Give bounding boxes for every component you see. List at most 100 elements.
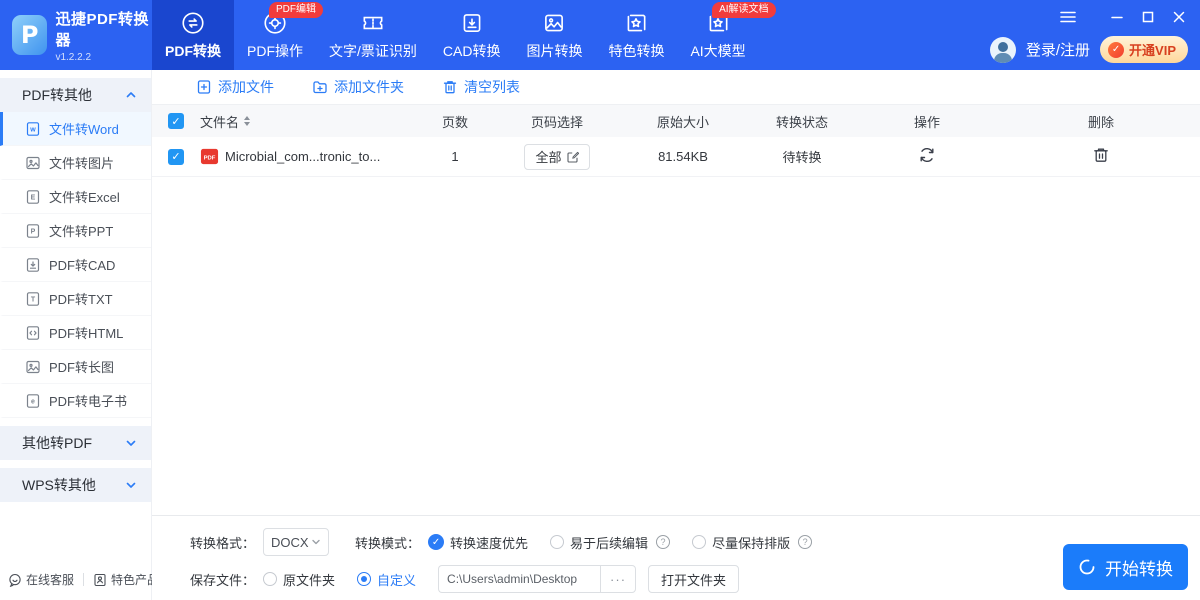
app-version: v1.2.2.2: [55, 51, 92, 63]
col-size: 原始大小: [656, 114, 709, 130]
format-select[interactable]: DOCX: [263, 528, 330, 556]
col-page-select: 页码选择: [530, 114, 583, 130]
mode-editable-radio[interactable]: 易于后续编辑 ?: [550, 533, 671, 552]
login-register-link[interactable]: 登录/注册: [1026, 39, 1090, 60]
sidebar-item-pdf-to-cad[interactable]: PDF转CAD: [0, 248, 151, 282]
txt-doc-icon: T: [26, 291, 40, 306]
page-select-button[interactable]: 全部: [524, 143, 590, 170]
sidebar-group-pdf-to-other[interactable]: PDF转其他: [0, 78, 151, 112]
sidebar: PDF转其他 w 文件转Word 文件转图片 E 文件转Excel P 文件转P…: [0, 70, 159, 600]
image-icon: [545, 14, 564, 31]
tab-ocr[interactable]: 文字/票证识别: [316, 0, 430, 70]
col-action: 操作: [913, 114, 940, 130]
featured-products-link[interactable]: 特色产品: [93, 571, 159, 588]
sidebar-item-file-to-image[interactable]: 文件转图片: [0, 146, 151, 180]
col-status: 转换状态: [775, 114, 828, 130]
minimize-icon[interactable]: [1106, 8, 1128, 26]
radio-icon: [263, 572, 278, 586]
sidebar-group-wps-to-other[interactable]: WPS转其他: [0, 468, 151, 502]
add-folder-icon: [313, 81, 327, 94]
menu-icon[interactable]: [1057, 8, 1079, 26]
cad-doc-icon: [26, 257, 40, 272]
save-path-input[interactable]: [438, 565, 601, 593]
long-image-icon: [26, 360, 40, 373]
start-convert-button[interactable]: 开始转换: [1063, 544, 1188, 590]
divider: [83, 573, 85, 586]
clear-list-button[interactable]: 清空列表: [442, 77, 520, 97]
open-folder-button[interactable]: 打开文件夹: [648, 565, 740, 593]
save-original-radio[interactable]: 原文件夹: [263, 570, 335, 589]
tab-special-convert[interactable]: 特色转换: [595, 0, 677, 70]
mode-label: 转换模式：: [355, 535, 421, 551]
app-logo: P 迅捷PDF转换器 v1.2.2.2: [0, 0, 152, 70]
ticket-icon: [363, 16, 383, 29]
tab-pdf-operate[interactable]: PDF编辑 PDF操作: [234, 0, 323, 70]
sidebar-item-pdf-to-html[interactable]: PDF转HTML: [0, 316, 151, 350]
chevron-down-icon: [126, 482, 136, 488]
radio-icon: [692, 535, 707, 549]
file-name: Microbial_com...tronic_to...: [225, 149, 381, 164]
title-bar: P 迅捷PDF转换器 v1.2.2.2 PDF转换 PDF编辑 PDF操作 文字…: [0, 0, 1200, 70]
main-content: 添加文件 添加文件夹 清空列表 ✓ 文件名 页数 页码选择 原始大小 转换状态 …: [152, 70, 1200, 600]
select-all-checkbox[interactable]: ✓: [168, 113, 184, 129]
row-checkbox[interactable]: ✓: [168, 148, 184, 165]
maximize-icon[interactable]: [1137, 8, 1159, 26]
svg-text:PDF: PDF: [204, 156, 216, 162]
format-label: 转换格式：: [190, 535, 256, 551]
mode-speed-radio[interactable]: ✓ 转换速度优先: [428, 533, 528, 552]
add-file-button[interactable]: 添加文件: [196, 77, 274, 97]
file-size: 81.54KB: [658, 149, 708, 164]
add-folder-button[interactable]: 添加文件夹: [312, 77, 404, 97]
html-doc-icon: [26, 325, 40, 340]
app-logo-icon: P: [12, 15, 48, 55]
delete-row-icon[interactable]: [1092, 146, 1110, 164]
col-pages: 页数: [441, 114, 468, 130]
help-icon[interactable]: ?: [798, 535, 813, 549]
sidebar-item-pdf-to-ebook[interactable]: e PDF转电子书: [0, 384, 151, 418]
sidebar-item-file-to-ppt[interactable]: P 文件转PPT: [0, 214, 151, 248]
ppt-doc-icon: P: [26, 223, 40, 238]
chevron-down-icon: [312, 539, 320, 545]
sidebar-item-pdf-to-txt[interactable]: T PDF转TXT: [0, 282, 151, 316]
avatar[interactable]: [989, 36, 1016, 63]
table-row: ✓ PDF Microbial_com...tronic_to... 1 全部 …: [152, 137, 1200, 177]
pdf-file-icon: PDF: [200, 148, 219, 165]
svg-text:w: w: [29, 126, 36, 133]
tab-image-convert[interactable]: 图片转换: [513, 0, 595, 70]
trash-icon: [443, 81, 457, 94]
convert-icon: [182, 11, 204, 34]
tab-cad-convert[interactable]: CAD转换: [430, 0, 514, 70]
bookmark-person-icon: [94, 573, 106, 586]
sidebar-item-file-to-excel[interactable]: E 文件转Excel: [0, 180, 151, 214]
file-status: 待转换: [782, 150, 822, 165]
table-header: ✓ 文件名 页数 页码选择 原始大小 转换状态 操作 删除: [152, 105, 1200, 137]
app-title: 迅捷PDF转换器: [55, 10, 149, 49]
save-custom-radio[interactable]: 自定义: [357, 570, 416, 589]
browse-path-button[interactable]: ···: [600, 565, 637, 593]
sidebar-footer: 在线客服 特色产品: [8, 571, 159, 588]
chevron-up-icon: [126, 92, 136, 98]
sidebar-item-file-to-word[interactable]: w 文件转Word: [0, 112, 151, 146]
radio-icon: [550, 535, 565, 549]
svg-text:P: P: [31, 228, 36, 235]
tab-ai-model[interactable]: AI解读文档 AI大模型: [677, 0, 776, 70]
sort-icon[interactable]: [244, 116, 251, 126]
chevron-down-icon: [126, 440, 136, 446]
image-doc-icon: [26, 156, 40, 169]
help-icon[interactable]: ?: [656, 535, 671, 549]
add-file-icon: [197, 80, 211, 94]
tab-pdf-convert[interactable]: PDF转换: [152, 0, 234, 70]
close-icon[interactable]: [1168, 8, 1190, 26]
save-label: 保存文件：: [190, 572, 256, 588]
col-filename[interactable]: 文件名: [200, 112, 239, 131]
mode-layout-radio[interactable]: 尽量保持排版 ?: [692, 533, 813, 552]
open-vip-button[interactable]: ✓ 开通VIP: [1100, 36, 1188, 63]
pdf-edit-badge: PDF编辑: [269, 2, 323, 18]
radio-selected-icon: [357, 572, 372, 586]
sidebar-item-pdf-to-long-image[interactable]: PDF转长图: [0, 350, 151, 384]
online-support-link[interactable]: 在线客服: [8, 571, 74, 588]
sidebar-group-other-to-pdf[interactable]: 其他转PDF: [0, 426, 151, 460]
convert-refresh-icon[interactable]: [918, 146, 936, 164]
file-pages: 1: [451, 149, 459, 164]
svg-text:E: E: [31, 194, 36, 201]
